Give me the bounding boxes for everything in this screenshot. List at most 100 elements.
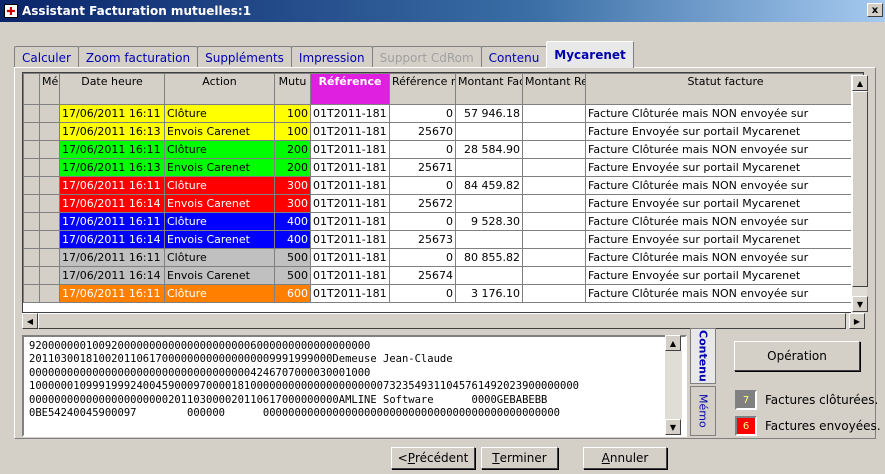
previous-button[interactable]: < Précédent: [391, 447, 475, 469]
cell-action[interactable]: Clôture: [164, 140, 275, 159]
tab-impression[interactable]: Impression: [290, 46, 373, 68]
cell-action[interactable]: Clôture: [164, 284, 275, 303]
row-selector[interactable]: [23, 176, 40, 195]
cell-ref-ret[interactable]: 0: [389, 176, 456, 195]
tab-contenu[interactable]: Contenu: [480, 46, 548, 68]
cell-action[interactable]: Clôture: [164, 176, 275, 195]
cell-memo[interactable]: [39, 212, 60, 231]
table-row[interactable]: 17/06/2011 16:14 Envois Carenet 500 01T2011…: [23, 266, 863, 285]
cell-statut[interactable]: Facture Envoyée sur portail Mycarenet: [585, 266, 863, 285]
cell-date[interactable]: 17/06/2011 16:11: [59, 104, 165, 123]
tab-zoom-facturation[interactable]: Zoom facturation: [77, 46, 199, 68]
cell-date[interactable]: 17/06/2011 16:11: [59, 212, 165, 231]
cell-montant[interactable]: [455, 194, 523, 213]
table-row[interactable]: 17/06/2011 16:11 Clôture 100 01T2011-181 0 57…: [23, 104, 863, 123]
cell-statut[interactable]: Facture Clôturée mais NON envoyée sur: [585, 104, 863, 123]
cell-ref-ret[interactable]: 25670: [389, 122, 456, 141]
close-icon[interactable]: x: [867, 3, 883, 17]
cell-montant[interactable]: [455, 158, 523, 177]
cell-ref[interactable]: 01T2011-181: [310, 248, 390, 267]
hscroll-thumb[interactable]: [38, 313, 846, 329]
table-row[interactable]: 17/06/2011 16:14 Envois Carenet 400 01T2011…: [23, 230, 863, 249]
cell-rejete[interactable]: [522, 194, 586, 213]
cell-mutu[interactable]: 500: [274, 266, 311, 285]
cell-memo[interactable]: [39, 266, 60, 285]
grid-horizontal-scrollbar[interactable]: ◀ ▶: [22, 313, 865, 329]
cell-montant[interactable]: [455, 230, 523, 249]
cell-rejete[interactable]: [522, 122, 586, 141]
cell-mutu[interactable]: 200: [274, 158, 311, 177]
cell-action[interactable]: Envois Carenet: [164, 230, 275, 249]
cell-ref[interactable]: 01T2011-181: [310, 122, 390, 141]
cell-date[interactable]: 17/06/2011 16:14: [59, 266, 165, 285]
scroll-thumb[interactable]: [852, 91, 868, 287]
cell-memo[interactable]: [39, 140, 60, 159]
cell-memo[interactable]: [39, 230, 60, 249]
scroll-up-icon[interactable]: ▲: [852, 75, 868, 91]
tab-support-cdrom[interactable]: Support CdRom: [371, 46, 482, 68]
row-selector[interactable]: [23, 230, 40, 249]
cell-ref-ret[interactable]: 25672: [389, 194, 456, 213]
cell-rejete[interactable]: [522, 230, 586, 249]
cell-rejete[interactable]: [522, 248, 586, 267]
cell-memo[interactable]: [39, 104, 60, 123]
cell-rejete[interactable]: [522, 176, 586, 195]
col-montant-rejete[interactable]: Montant Rejeté: [522, 73, 586, 105]
cell-date[interactable]: 17/06/2011 16:13: [59, 122, 165, 141]
cell-montant[interactable]: 84 459.82: [455, 176, 523, 195]
table-row[interactable]: 17/06/2011 16:13 Envois Carenet 200 01T2011…: [23, 158, 863, 177]
grid-vertical-scrollbar[interactable]: ▲ ▼: [851, 75, 868, 313]
cell-montant[interactable]: 3 176.10: [455, 284, 523, 303]
cell-rejete[interactable]: [522, 266, 586, 285]
table-row[interactable]: 17/06/2011 16:11 Clôture 500 01T2011-181 0 80…: [23, 248, 863, 267]
cell-date[interactable]: 17/06/2011 16:13: [59, 158, 165, 177]
cell-montant[interactable]: [455, 266, 523, 285]
cell-mutu[interactable]: 400: [274, 230, 311, 249]
cell-action[interactable]: Clôture: [164, 248, 275, 267]
row-selector[interactable]: [23, 122, 40, 141]
tab-suppléments[interactable]: Suppléments: [197, 46, 292, 68]
row-selector[interactable]: [23, 266, 40, 285]
table-row[interactable]: 17/06/2011 16:11 Clôture 200 01T2011-181 0 28…: [23, 140, 863, 159]
cell-mutu[interactable]: 400: [274, 212, 311, 231]
content-scroll-down-icon[interactable]: ▼: [665, 419, 681, 435]
cell-memo[interactable]: [39, 248, 60, 267]
side-tab-contenu[interactable]: Contenu: [690, 328, 716, 384]
scroll-right-icon[interactable]: ▶: [849, 313, 865, 329]
cell-montant[interactable]: 9 528.30: [455, 212, 523, 231]
cell-date[interactable]: 17/06/2011 16:11: [59, 284, 165, 303]
cell-mutu[interactable]: 500: [274, 248, 311, 267]
cell-statut[interactable]: Facture Clôturée mais NON envoyée sur: [585, 140, 863, 159]
row-selector[interactable]: [23, 248, 40, 267]
side-tab-memo[interactable]: Mémo: [690, 386, 716, 436]
scroll-left-icon[interactable]: ◀: [22, 313, 38, 329]
tab-calculer[interactable]: Calculer: [14, 46, 79, 68]
col-reference[interactable]: Référence: [310, 73, 390, 105]
cell-action[interactable]: Envois Carenet: [164, 158, 275, 177]
col-montant-facture[interactable]: Montant Facture: [455, 73, 523, 105]
table-row[interactable]: 17/06/2011 16:14 Envois Carenet 300 01T2011…: [23, 194, 863, 213]
cell-ref[interactable]: 01T2011-181: [310, 194, 390, 213]
cell-ref-ret[interactable]: 0: [389, 104, 456, 123]
cell-statut[interactable]: Facture Envoyée sur portail Mycarenet: [585, 230, 863, 249]
cell-ref-ret[interactable]: 0: [389, 284, 456, 303]
cell-date[interactable]: 17/06/2011 16:11: [59, 176, 165, 195]
cell-ref[interactable]: 01T2011-181: [310, 176, 390, 195]
table-row[interactable]: 17/06/2011 16:13 Envois Carenet 100 01T2011…: [23, 122, 863, 141]
cell-montant[interactable]: 80 855.82: [455, 248, 523, 267]
cell-statut[interactable]: Facture Clôturée mais NON envoyée sur: [585, 248, 863, 267]
row-selector[interactable]: [23, 158, 40, 177]
cell-mutu[interactable]: 600: [274, 284, 311, 303]
cell-statut[interactable]: Facture Envoyée sur portail Mycarenet: [585, 158, 863, 177]
cell-montant[interactable]: 57 946.18: [455, 104, 523, 123]
row-selector[interactable]: [23, 284, 40, 303]
cell-action[interactable]: Envois Carenet: [164, 266, 275, 285]
cell-memo[interactable]: [39, 284, 60, 303]
cell-ref[interactable]: 01T2011-181: [310, 104, 390, 123]
finish-button[interactable]: Terminer: [481, 447, 558, 469]
content-scroll-up-icon[interactable]: ▲: [665, 335, 681, 351]
cell-action[interactable]: Envois Carenet: [164, 194, 275, 213]
cell-date[interactable]: 17/06/2011 16:14: [59, 230, 165, 249]
cell-rejete[interactable]: [522, 104, 586, 123]
cell-date[interactable]: 17/06/2011 16:11: [59, 140, 165, 159]
